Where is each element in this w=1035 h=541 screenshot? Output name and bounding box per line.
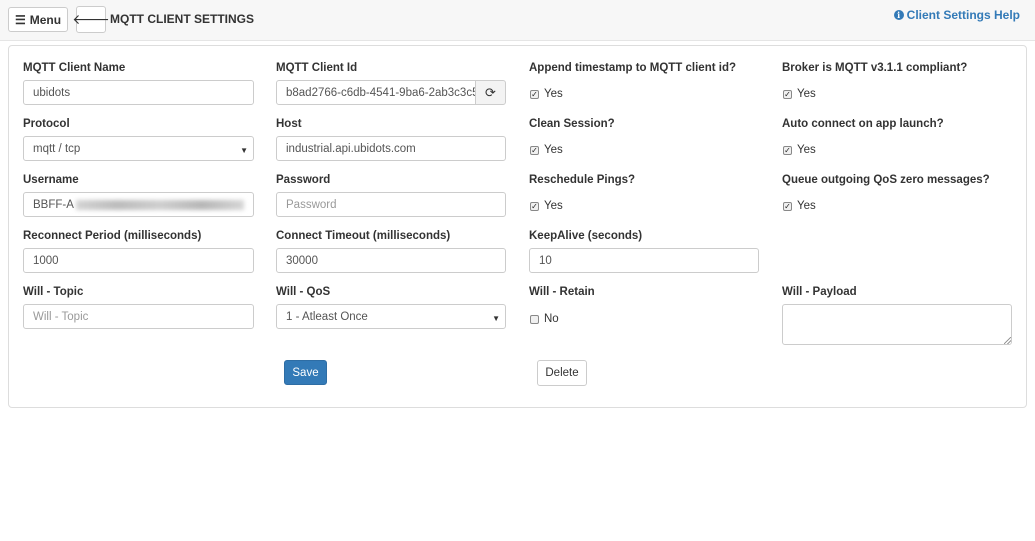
broker-compliant-checkbox[interactable]: ✓ — [783, 90, 792, 99]
page-title: MQTT CLIENT SETTINGS — [110, 12, 254, 26]
host-input[interactable]: industrial.api.ubidots.com — [276, 136, 506, 161]
client-name-input[interactable]: ubidots — [23, 80, 254, 105]
will-retain-checkbox[interactable] — [530, 315, 539, 324]
hamburger-icon: ☰ — [14, 12, 26, 27]
queue-qos-zero-option: Yes — [797, 200, 816, 212]
reconnect-period-input[interactable]: 1000 — [23, 248, 254, 273]
will-qos-selected-value: 1 - Atleast Once — [286, 310, 368, 323]
reschedule-pings-option: Yes — [544, 200, 563, 212]
will-payload-textarea[interactable] — [782, 304, 1012, 345]
password-label: Password — [276, 174, 331, 186]
host-label: Host — [276, 118, 302, 130]
clean-session-label: Clean Session? — [529, 118, 615, 130]
top-bar: ☰ Menu 🡐 MQTT CLIENT SETTINGS i Client S… — [0, 0, 1035, 41]
textarea-resize-handle[interactable] — [1004, 337, 1011, 344]
arrow-left-icon: 🡐 — [72, 11, 110, 27]
keepalive-label: KeepAlive (seconds) — [529, 230, 643, 242]
protocol-select[interactable]: mqtt / tcp ▼ — [23, 136, 254, 161]
queue-qos-zero-label: Queue outgoing QoS zero messages? — [782, 174, 990, 186]
regenerate-client-id-button[interactable]: ⟳ — [475, 80, 506, 105]
clean-session-checkbox[interactable]: ✓ — [530, 146, 539, 155]
protocol-selected-value: mqtt / tcp — [33, 142, 81, 155]
append-timestamp-label: Append timestamp to MQTT client id? — [529, 62, 736, 74]
protocol-label: Protocol — [23, 118, 70, 130]
append-timestamp-checkbox[interactable]: ✓ — [530, 90, 539, 99]
keepalive-input[interactable]: 10 — [529, 248, 759, 273]
will-qos-label: Will - QoS — [276, 286, 331, 298]
auto-connect-checkbox[interactable]: ✓ — [783, 146, 792, 155]
will-payload-label: Will - Payload — [782, 286, 857, 298]
will-retain-label: Will - Retain — [529, 286, 595, 298]
info-icon: i — [893, 10, 904, 20]
help-link-label: Client Settings Help — [906, 8, 1020, 22]
reschedule-pings-checkbox[interactable]: ✓ — [530, 202, 539, 211]
reschedule-pings-label: Reschedule Pings? — [529, 174, 636, 186]
queue-qos-zero-checkbox[interactable]: ✓ — [783, 202, 792, 211]
reconnect-period-label: Reconnect Period (milliseconds) — [23, 230, 202, 242]
connect-timeout-input[interactable]: 30000 — [276, 248, 506, 273]
redacted-text — [75, 199, 244, 210]
will-topic-input[interactable]: Will - Topic — [23, 304, 254, 329]
client-id-label: MQTT Client Id — [276, 62, 358, 74]
client-id-input[interactable]: b8ad2766-c6db-4541-9ba6-2ab3c3c5b — [276, 80, 476, 105]
username-label: Username — [23, 174, 79, 186]
append-timestamp-option: Yes — [544, 88, 563, 100]
client-settings-help-link[interactable]: i Client Settings Help — [893, 8, 1020, 22]
will-qos-select[interactable]: 1 - Atleast Once ▼ — [276, 304, 506, 329]
dropdown-caret-icon: ▼ — [492, 314, 500, 323]
client-name-label: MQTT Client Name — [23, 62, 126, 74]
refresh-icon: ⟳ — [485, 84, 496, 100]
delete-button[interactable]: Delete — [537, 360, 587, 386]
menu-button-label: Menu — [29, 12, 62, 27]
will-topic-label: Will - Topic — [23, 286, 84, 298]
will-retain-option: No — [544, 313, 559, 325]
username-input[interactable]: BBFF-A — [23, 192, 254, 217]
broker-compliant-label: Broker is MQTT v3.1.1 compliant? — [782, 62, 968, 74]
clean-session-option: Yes — [544, 144, 563, 156]
save-button[interactable]: Save — [284, 360, 327, 385]
broker-compliant-option: Yes — [797, 88, 816, 100]
auto-connect-label: Auto connect on app launch? — [782, 118, 944, 130]
menu-button[interactable]: ☰ Menu — [8, 7, 68, 32]
username-value: BBFF-A — [33, 198, 74, 211]
connect-timeout-label: Connect Timeout (milliseconds) — [276, 230, 451, 242]
back-button[interactable]: 🡐 — [72, 6, 110, 33]
dropdown-caret-icon: ▼ — [240, 146, 248, 155]
auto-connect-option: Yes — [797, 144, 816, 156]
password-input[interactable]: Password — [276, 192, 506, 217]
